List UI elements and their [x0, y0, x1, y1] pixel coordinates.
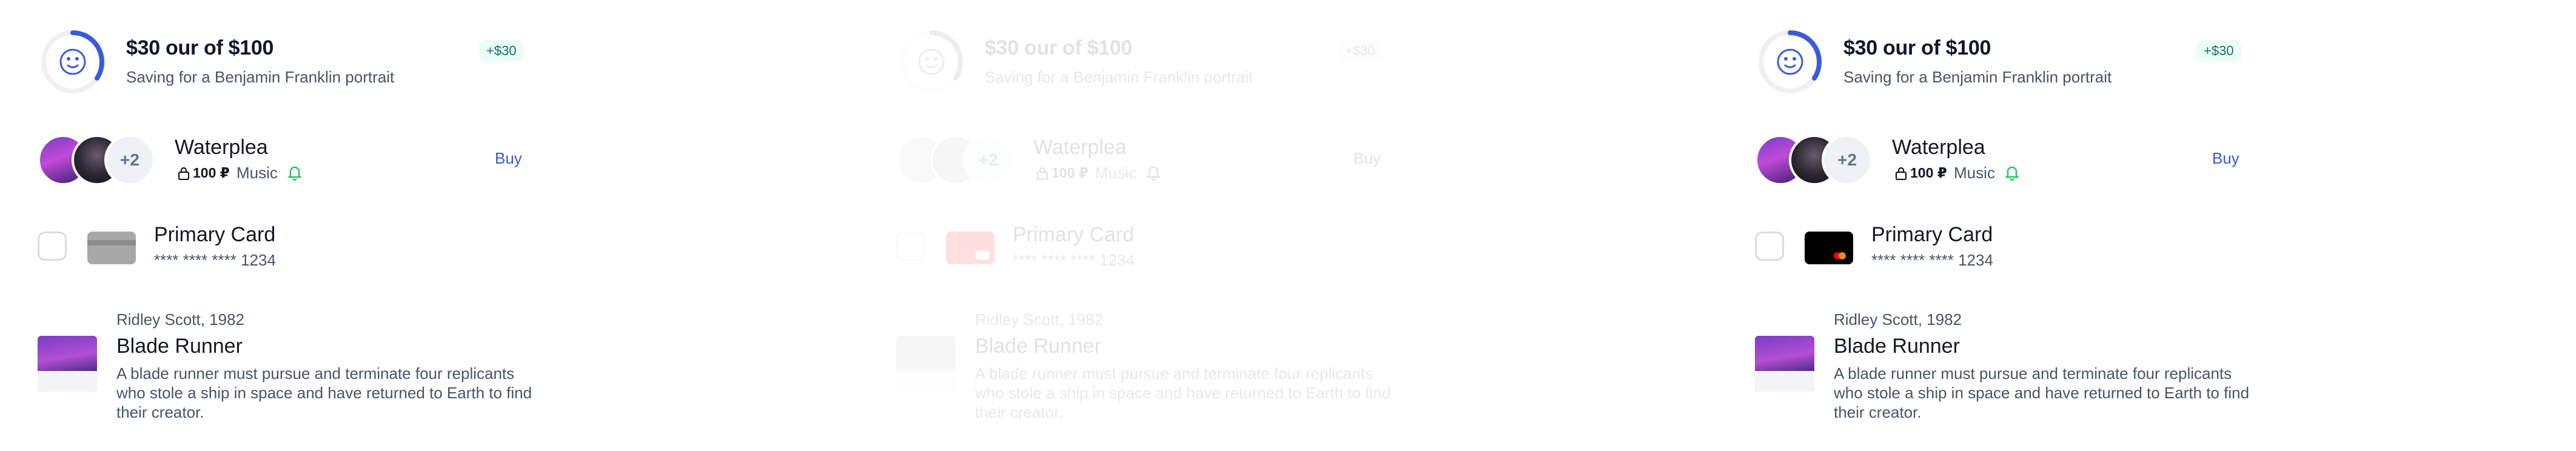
- goal-title: $30 our of $100: [126, 36, 274, 59]
- card-number: **** **** **** 1234: [1871, 251, 1993, 269]
- goal-subtitle: Saving for a Benjamin Franklin portrait: [1843, 68, 2112, 86]
- poster-caption-strip: [896, 371, 956, 392]
- movie-description: A blade runner must pursue and terminate…: [975, 364, 1391, 421]
- goal-progress-ring: [41, 30, 105, 93]
- music-genre: Music: [1095, 164, 1136, 182]
- music-price: 100 ₽: [1910, 165, 1947, 181]
- music-price: 100 ₽: [193, 165, 230, 181]
- goal-subtitle: Saving for a Benjamin Franklin portrait: [985, 68, 1253, 86]
- music-title: Waterplea: [1033, 136, 1127, 159]
- goal-badge: +$30: [479, 40, 524, 62]
- card-checkbox[interactable]: [38, 232, 67, 261]
- bell-icon: [2005, 166, 2019, 181]
- buy-button: Buy: [1353, 149, 1381, 167]
- avatar-more-count: +2: [104, 135, 155, 185]
- avatar-more-count: +2: [963, 135, 1014, 185]
- goal-title: $30 our of $100: [1843, 36, 1991, 59]
- card-number: **** **** **** 1234: [154, 251, 276, 269]
- movie-title: Blade Runner: [1834, 335, 1960, 358]
- list-panel-3: $30 our of $100 Saving for a Benjamin Fr…: [1717, 0, 2576, 451]
- movie-description: A blade runner must pursue and terminate…: [1834, 364, 2250, 421]
- movie-description: A blade runner must pursue and terminate…: [116, 364, 532, 421]
- poster-caption-strip: [38, 371, 97, 392]
- smile-icon: [59, 48, 86, 75]
- music-title: Waterplea: [175, 136, 268, 159]
- buy-button[interactable]: Buy: [495, 149, 522, 168]
- smile-icon: [918, 48, 945, 75]
- card-title: Primary Card: [1871, 223, 1993, 246]
- goal-badge: +$30: [2196, 40, 2241, 62]
- panel-content: $30 our of $100 Saving for a Benjamin Fr…: [859, 0, 1717, 451]
- movie-title: Blade Runner: [116, 335, 243, 358]
- lock-icon: [1036, 167, 1048, 180]
- goal-badge: +$30: [1338, 40, 1383, 62]
- smile-icon: [1777, 48, 1803, 75]
- goal-title: $30 our of $100: [985, 36, 1133, 59]
- card-checkbox[interactable]: [1755, 232, 1784, 261]
- list-panel-1: $30 our of $100 Saving for a Benjamin Fr…: [0, 0, 859, 451]
- movie-meta: Ridley Scott, 1982: [1834, 310, 1962, 329]
- buy-button[interactable]: Buy: [2212, 149, 2239, 168]
- movie-meta: Ridley Scott, 1982: [975, 310, 1104, 329]
- goal-subtitle: Saving for a Benjamin Franklin portrait: [126, 68, 395, 86]
- music-genre: Music: [236, 164, 278, 182]
- movie-meta: Ridley Scott, 1982: [116, 310, 245, 329]
- panel-content: $30 our of $100 Saving for a Benjamin Fr…: [0, 0, 859, 451]
- list-panel-2: $30 our of $100 Saving for a Benjamin Fr…: [859, 0, 1717, 451]
- card-icon: [87, 232, 136, 264]
- card-icon: [946, 232, 995, 264]
- mastercard-icon: [1805, 232, 1853, 264]
- movie-title: Blade Runner: [975, 335, 1101, 358]
- music-price: 100 ₽: [1052, 165, 1088, 181]
- goal-progress-ring: [900, 30, 964, 93]
- lock-icon: [1895, 167, 1907, 180]
- avatar-more-count: +2: [1822, 135, 1873, 185]
- card-title: Primary Card: [154, 223, 276, 246]
- card-checkbox: [896, 232, 925, 261]
- music-title: Waterplea: [1892, 136, 1985, 159]
- panel-content: $30 our of $100 Saving for a Benjamin Fr…: [1717, 0, 2576, 451]
- card-number: **** **** **** 1234: [1013, 251, 1135, 269]
- lock-icon: [178, 167, 190, 180]
- bell-icon: [1146, 166, 1161, 181]
- poster-caption-strip: [1755, 371, 1814, 392]
- music-genre: Music: [1954, 164, 1995, 182]
- card-title: Primary Card: [1013, 223, 1135, 246]
- bell-icon: [287, 166, 302, 181]
- goal-progress-ring: [1759, 30, 1822, 93]
